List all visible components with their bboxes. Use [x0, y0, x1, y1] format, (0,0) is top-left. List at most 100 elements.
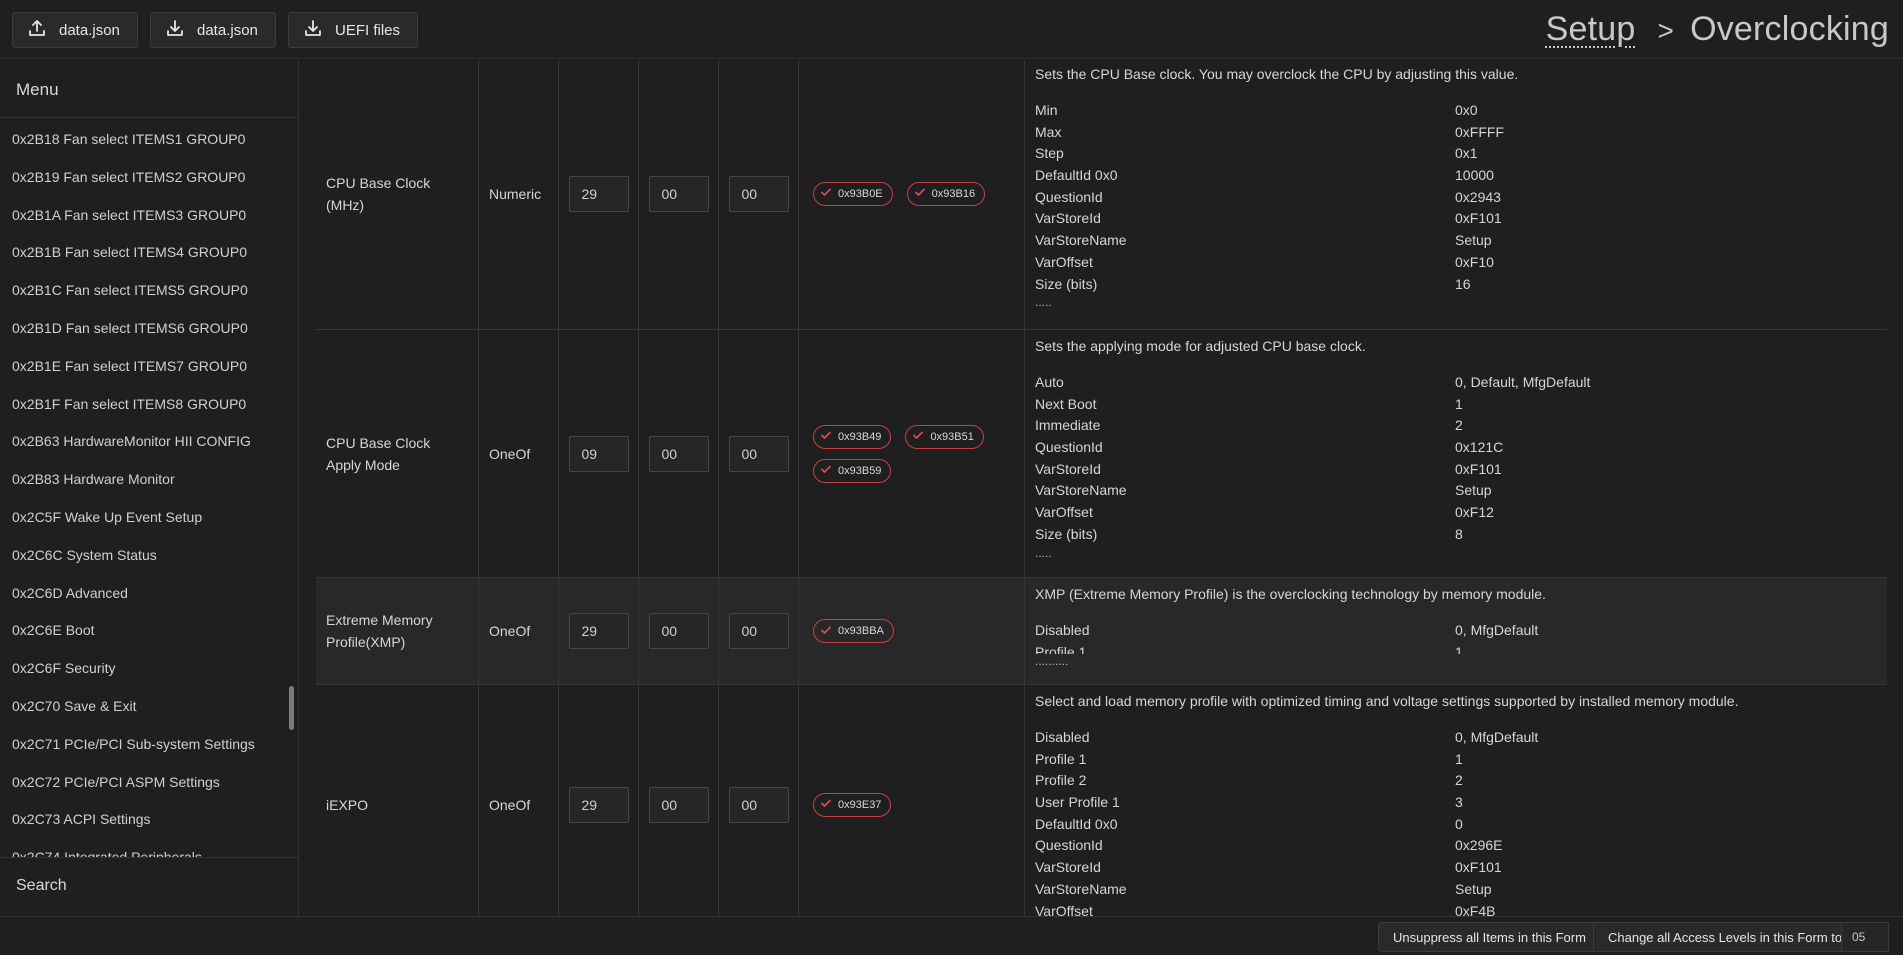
hex-byte-input[interactable] — [648, 786, 709, 823]
sidebar-item[interactable]: 0x2B1F Fan select ITEMS8 GROUP0 — [0, 386, 298, 424]
menu-list[interactable]: 0x2B18 Fan select ITEMS1 GROUP0 0x2B19 Fa… — [0, 118, 298, 915]
access-level-input[interactable]: 05 — [1841, 922, 1889, 952]
property-row: Profile 2 2 — [1035, 770, 1877, 792]
sidebar-item[interactable]: 0x2C73 ACPI Settings — [0, 801, 298, 839]
sidebar-item[interactable]: 0x2C5F Wake Up Event Setup — [0, 499, 298, 537]
sidebar-item[interactable]: 0x2B63 HardwareMonitor HII CONFIG — [0, 423, 298, 461]
reference-tag[interactable]: 0x93E37 — [813, 792, 892, 817]
property-value: 0xF101 — [1455, 460, 1502, 477]
property-value: 0xFFFF — [1455, 123, 1504, 140]
hex-byte-input[interactable] — [568, 786, 629, 823]
breadcrumb-setup-link[interactable]: Setup — [1546, 10, 1636, 48]
change-access-levels-button[interactable]: Change all Access Levels in this Form to — [1593, 922, 1858, 952]
item-name: iEXPO — [316, 685, 479, 916]
check-icon — [914, 186, 926, 201]
property-row: Profile 1 1 — [1035, 642, 1877, 654]
sidebar-item[interactable]: 0x2C6D Advanced — [0, 575, 298, 613]
item-type: OneOf — [479, 330, 559, 577]
property-value: 0xF12 — [1455, 504, 1494, 521]
more-ellipsis[interactable]: .......... — [1035, 654, 1877, 668]
sidebar-item[interactable]: 0x2B1A Fan select ITEMS3 GROUP0 — [0, 197, 298, 235]
sidebar-item[interactable]: 0x2C72 PCIe/PCI ASPM Settings — [0, 764, 298, 802]
hex-cell — [639, 330, 719, 577]
download-uefi-button[interactable]: UEFI files — [288, 12, 419, 48]
hex-byte-input[interactable] — [728, 175, 789, 212]
sidebar-item[interactable]: 0x2C71 PCIe/PCI Sub-system Settings — [0, 726, 298, 764]
more-ellipsis[interactable]: ..... — [1035, 546, 1877, 560]
property-value: 0 — [1455, 815, 1463, 832]
property-row: Disabled 0, MfgDefault — [1035, 620, 1877, 642]
hex-cell — [719, 578, 799, 684]
property-row: Size (bits) 16 — [1035, 274, 1877, 296]
reference-tag[interactable]: 0x93B49 — [813, 424, 892, 449]
sidebar-item[interactable]: 0x2C6E Boot — [0, 612, 298, 650]
hex-byte-input[interactable] — [728, 435, 789, 472]
reference-tag[interactable]: 0x93B0E — [813, 181, 893, 206]
hex-byte-input[interactable] — [728, 786, 789, 823]
hex-byte-input[interactable] — [568, 435, 629, 472]
item-description: Sets the CPU Base clock. You may overclo… — [1035, 66, 1519, 82]
property-key: Disabled — [1035, 729, 1090, 745]
download-json-button[interactable]: data.json — [150, 12, 276, 48]
property-row: Next Boot 1 — [1035, 394, 1877, 416]
property-row: VarStoreName Setup — [1035, 480, 1877, 502]
sidebar-scrollbar[interactable] — [289, 686, 294, 730]
sidebar-item[interactable]: 0x2B19 Fan select ITEMS2 GROUP0 — [0, 159, 298, 197]
upload-json-label: data.json — [59, 21, 120, 39]
reference-tag[interactable]: 0x93BBA — [813, 619, 894, 643]
property-value: 0xF101 — [1455, 859, 1502, 876]
hex-byte-input[interactable] — [648, 613, 709, 649]
hex-byte-input[interactable] — [728, 613, 789, 649]
property-key: Min — [1035, 102, 1058, 118]
property-row: VarStoreId 0xF101 — [1035, 208, 1877, 230]
property-key: Profile 1 — [1035, 643, 1087, 654]
property-row: QuestionId 0x121C — [1035, 437, 1877, 459]
property-key: VarOffset — [1035, 504, 1093, 521]
hex-cell — [639, 685, 719, 916]
props-clip: Disabled 0, MfgDefault Profile 1 1 — [1035, 620, 1877, 654]
item-details: Sets the CPU Base clock. You may overclo… — [1025, 60, 1887, 329]
property-key: VarStoreId — [1035, 210, 1101, 227]
reference-tag[interactable]: 0x93B16 — [906, 181, 986, 206]
sidebar-item[interactable]: 0x2B1B Fan select ITEMS4 GROUP0 — [0, 234, 298, 272]
breadcrumb: Setup > Overclocking — [1546, 10, 1889, 49]
property-key: Step — [1035, 145, 1064, 162]
reference-tag[interactable]: 0x93B51 — [905, 424, 984, 449]
property-value: 0xF101 — [1455, 210, 1502, 227]
unsuppress-all-button[interactable]: Unsuppress all Items in this Form — [1378, 922, 1601, 952]
property-key: Immediate — [1035, 417, 1101, 434]
sidebar-item[interactable]: 0x2B1D Fan select ITEMS6 GROUP0 — [0, 310, 298, 348]
property-row: QuestionId 0x296E — [1035, 835, 1877, 857]
reference-tag[interactable]: 0x93B59 — [813, 458, 892, 483]
hex-cell — [719, 685, 799, 916]
sidebar-item[interactable]: 0x2B1E Fan select ITEMS7 GROUP0 — [0, 348, 298, 386]
sidebar-item[interactable]: 0x2C70 Save & Exit — [0, 688, 298, 726]
form-row: CPU Base Clock (MHz)Numeric 0x93B0E 0x93B1… — [316, 60, 1887, 330]
hex-byte-input[interactable] — [568, 175, 629, 212]
check-icon — [820, 186, 832, 201]
sidebar-item[interactable]: 0x2B18 Fan select ITEMS1 GROUP0 — [0, 121, 298, 159]
search-button[interactable]: Search — [0, 857, 298, 916]
reference-tags: 0x93BBA — [799, 578, 1025, 684]
more-ellipsis[interactable]: ..... — [1035, 295, 1877, 309]
property-row: DefaultId 0x0 0 — [1035, 814, 1877, 836]
hex-byte-input[interactable] — [648, 435, 709, 472]
property-value: 1 — [1455, 643, 1463, 654]
hex-cell — [559, 60, 639, 329]
sidebar-item[interactable]: 0x2C6F Security — [0, 650, 298, 688]
property-row: DefaultId 0x0 10000 — [1035, 165, 1877, 187]
reference-tags: 0x93E37 — [799, 685, 1025, 916]
item-name: CPU Base Clock (MHz) — [316, 60, 479, 329]
sidebar-item[interactable]: 0x2C6C System Status — [0, 537, 298, 575]
property-key: VarStoreName — [1035, 880, 1127, 897]
download-json-label: data.json — [197, 21, 258, 39]
sidebar-item[interactable]: 0x2B83 Hardware Monitor — [0, 461, 298, 499]
property-key: VarStoreName — [1035, 232, 1127, 249]
sidebar-item[interactable]: 0x2B1C Fan select ITEMS5 GROUP0 — [0, 272, 298, 310]
item-details: XMP (Extreme Memory Profile) is the over… — [1025, 578, 1887, 684]
property-key: VarStoreId — [1035, 460, 1101, 477]
hex-byte-input[interactable] — [648, 175, 709, 212]
hex-byte-input[interactable] — [568, 613, 629, 649]
reference-tag-label: 0x93E37 — [838, 798, 882, 811]
upload-json-button[interactable]: data.json — [12, 12, 138, 48]
